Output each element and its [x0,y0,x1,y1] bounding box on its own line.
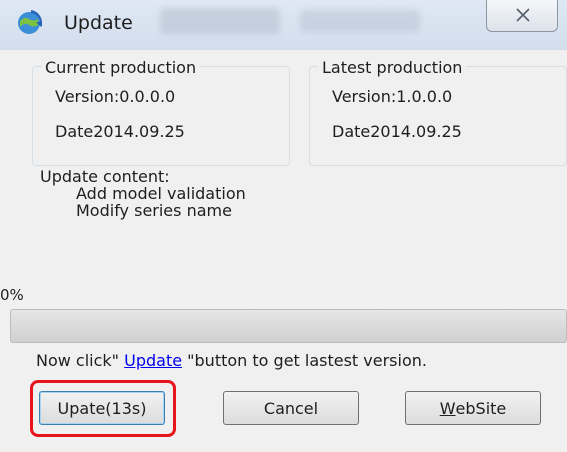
current-date: Date2014.09.25 [55,122,185,141]
current-version: Version:0.0.0.0 [55,87,176,106]
latest-version: Version:1.0.0.0 [332,87,453,106]
latest-date: Date2014.09.25 [332,122,462,141]
latest-production-legend: Latest production [318,58,467,77]
update-globe-icon [18,10,42,34]
current-production-group: Current production Version:0.0.0.0 Date2… [32,58,290,166]
close-button[interactable] [486,0,558,32]
update-button[interactable]: Upate(13s) [39,391,165,425]
website-label-rest: ebSite [455,398,507,418]
title-bar[interactable]: Update [0,0,567,50]
update-content-item: Modify series name [76,201,232,220]
update-progress-bar [10,309,567,343]
blurred-background-text [300,10,420,32]
website-mnemonic: W [439,398,456,418]
cancel-button[interactable]: Cancel [223,391,359,425]
update-dialog: Update Current production Version:0.0.0.… [0,0,567,452]
instruction-prefix: Now click" [36,351,125,370]
current-production-legend: Current production [41,58,201,77]
latest-production-group: Latest production Version:1.0.0.0 Date20… [309,58,567,166]
window-title: Update [64,12,133,34]
website-button[interactable]: WebSite [405,391,541,425]
progress-percent-label: 0% [0,286,24,304]
update-link[interactable]: Update [124,351,182,370]
dialog-body: Current production Version:0.0.0.0 Date2… [0,50,567,452]
close-icon [516,8,530,22]
instruction-suffix: "button to get lastest version. [182,351,427,370]
instruction-text: Now click" Update "button to get lastest… [36,351,427,370]
blurred-background-text [160,8,280,34]
